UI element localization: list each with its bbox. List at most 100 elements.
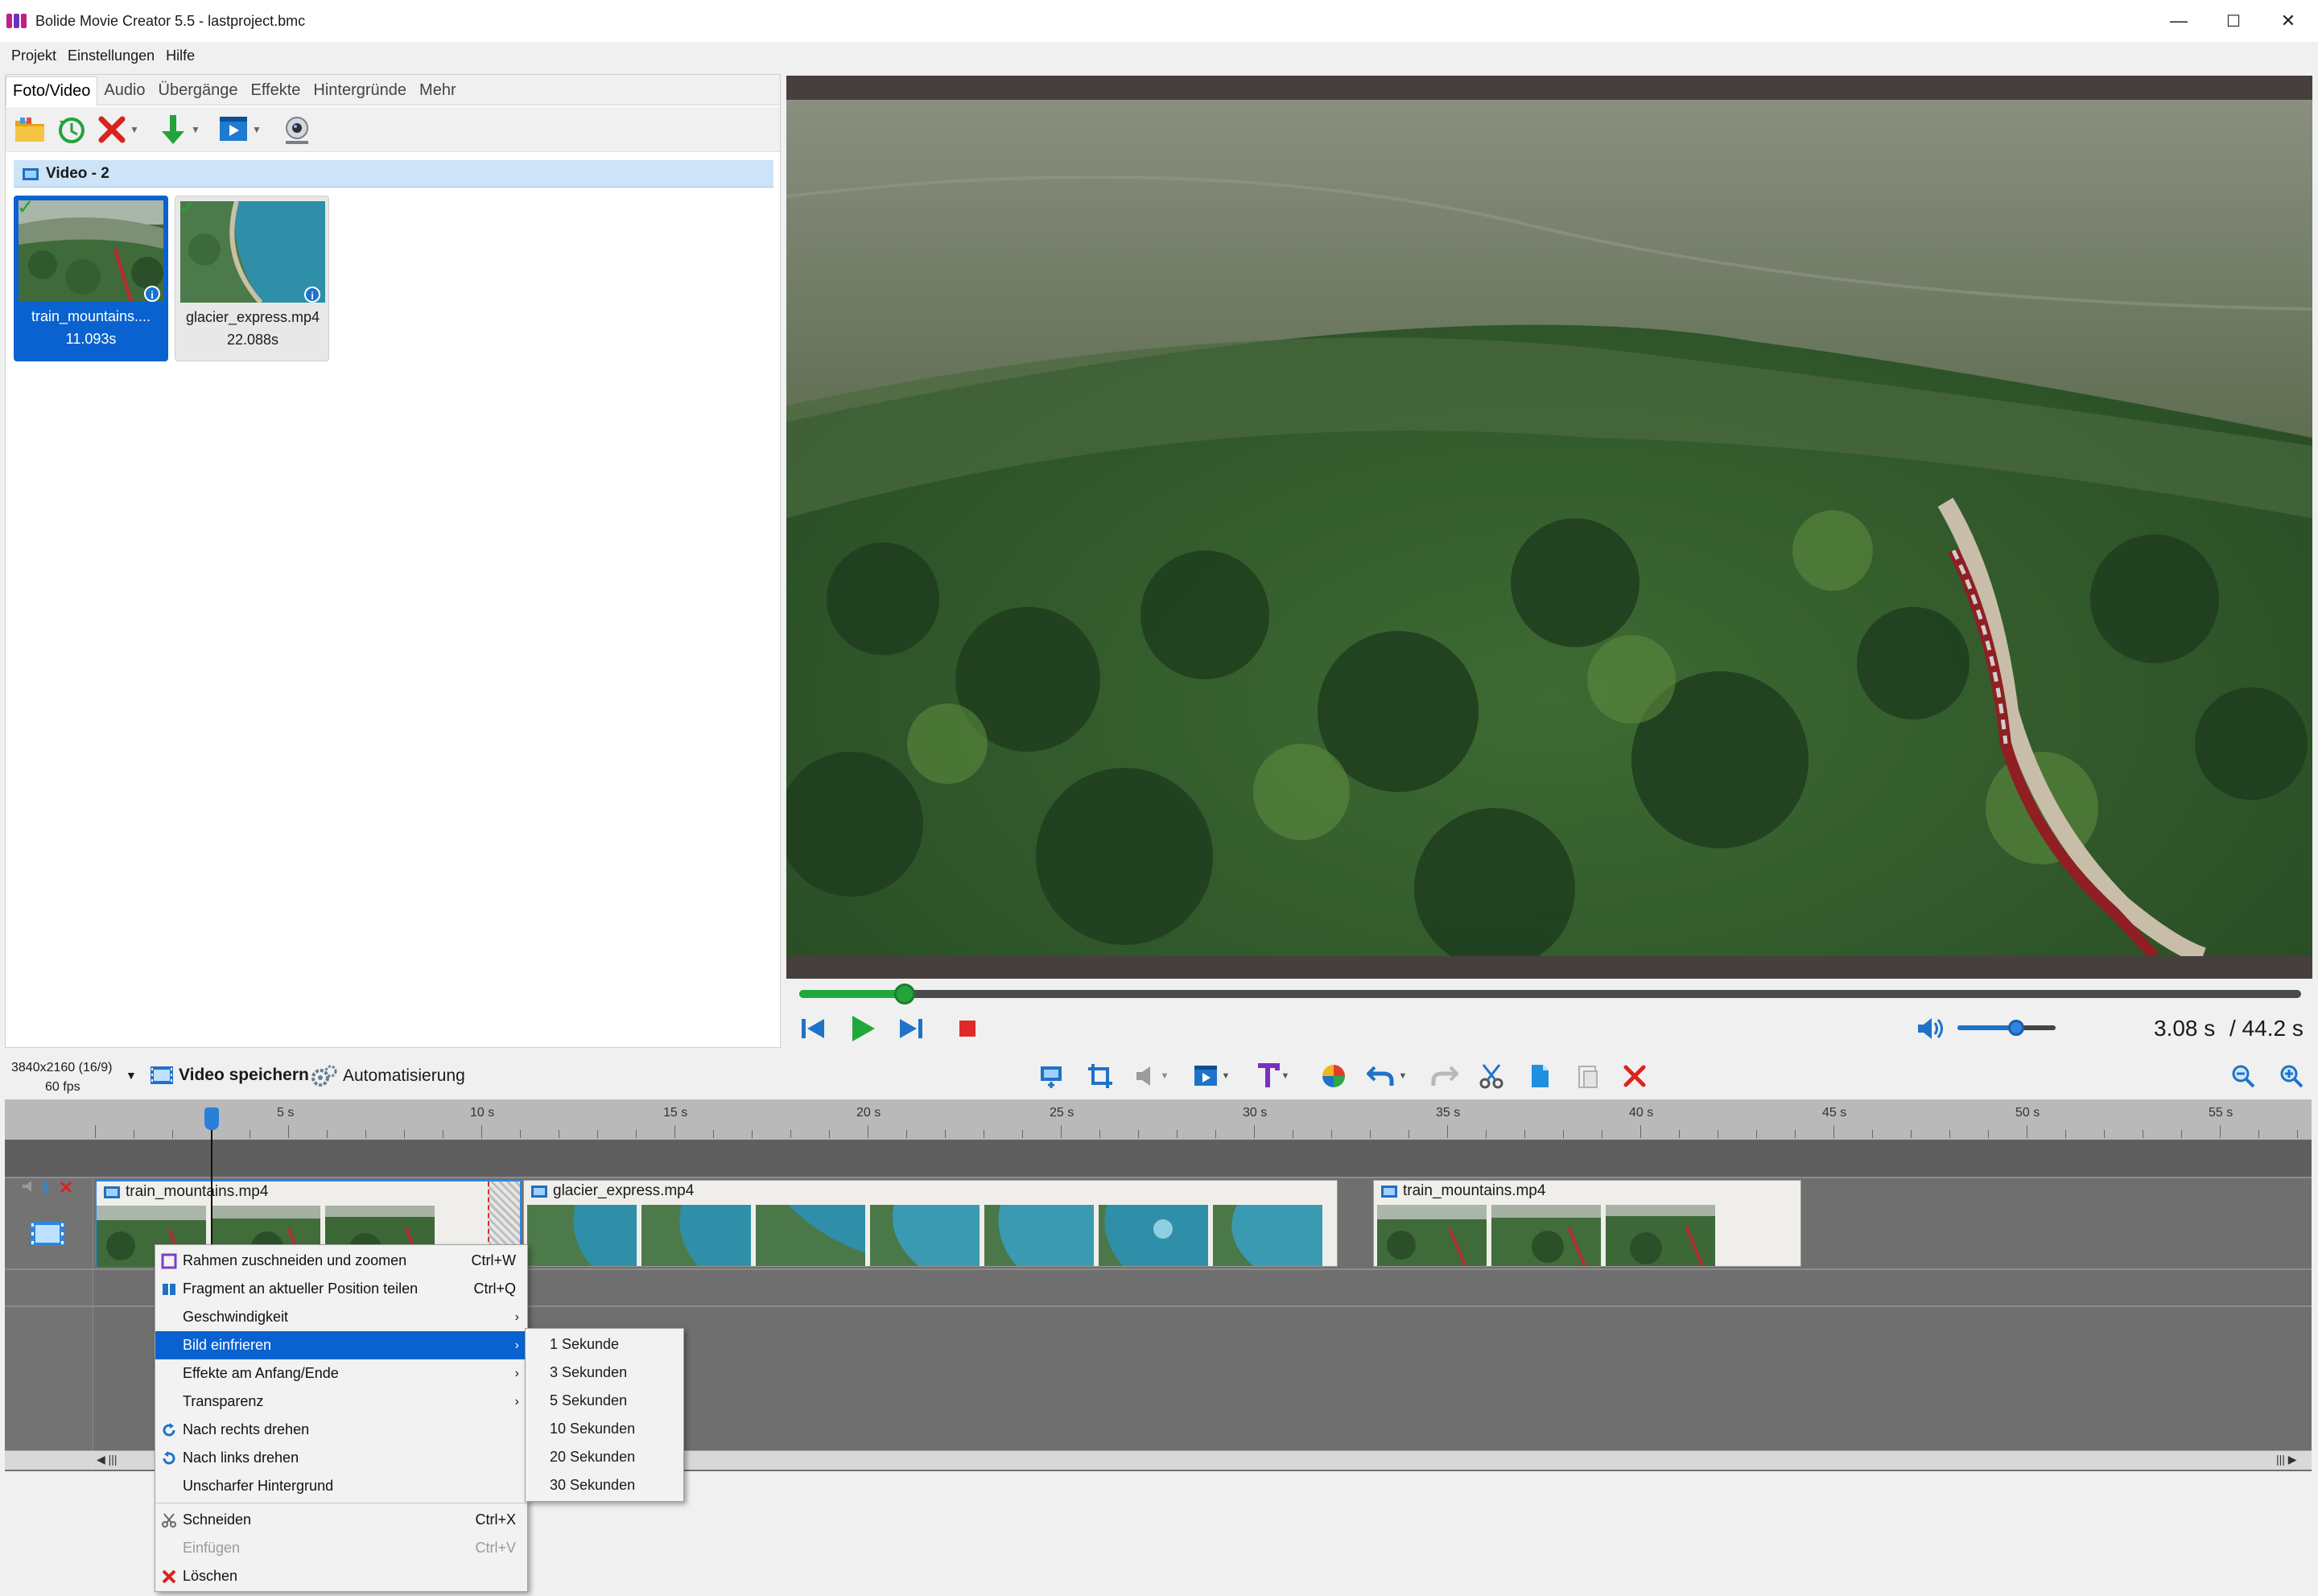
submenu-3-seconds[interactable]: 3 Sekunden bbox=[526, 1359, 683, 1387]
video-effect-icon[interactable] bbox=[1191, 1061, 1222, 1091]
audio-dropdown-icon[interactable]: ▼ bbox=[1157, 1061, 1172, 1091]
ruler-tick bbox=[365, 1130, 366, 1138]
info-icon[interactable]: i bbox=[144, 286, 160, 302]
timeline-clip-glacier-express[interactable]: glacier_express.mp4 bbox=[523, 1180, 1338, 1267]
tab-foto-video[interactable]: Foto/Video bbox=[6, 76, 98, 105]
remove-icon[interactable] bbox=[1619, 1061, 1650, 1091]
seek-bar[interactable] bbox=[799, 984, 2301, 1004]
volume-slider[interactable] bbox=[1957, 1020, 2056, 1036]
next-frame-icon[interactable] bbox=[897, 1014, 926, 1043]
fps-label[interactable]: 60 fps bbox=[45, 1080, 80, 1095]
undo-dropdown-icon[interactable]: ▼ bbox=[1396, 1061, 1410, 1091]
tab-mehr[interactable]: Mehr bbox=[413, 81, 463, 105]
save-video-button[interactable]: Video speichern bbox=[150, 1064, 309, 1087]
info-icon[interactable]: i bbox=[304, 287, 320, 303]
ruler-tick bbox=[1949, 1130, 1950, 1138]
menu-rotate-left[interactable]: Nach links drehen bbox=[155, 1444, 527, 1472]
ruler-tick bbox=[752, 1130, 753, 1138]
color-icon[interactable] bbox=[1318, 1061, 1349, 1091]
open-folder-icon[interactable] bbox=[14, 113, 46, 146]
menu-blur-background[interactable]: Unscharfer Hintergrund bbox=[155, 1472, 527, 1500]
webcam-icon[interactable] bbox=[279, 113, 311, 146]
playhead-handle[interactable] bbox=[204, 1107, 219, 1130]
tab-audio[interactable]: Audio bbox=[97, 81, 151, 105]
text-dropdown-icon[interactable]: ▼ bbox=[1278, 1061, 1293, 1091]
submenu-10-seconds[interactable]: 10 Sekunden bbox=[526, 1415, 683, 1443]
delete-icon bbox=[160, 1568, 178, 1586]
undo-icon[interactable] bbox=[1365, 1061, 1396, 1091]
delete-icon[interactable] bbox=[96, 113, 128, 146]
crop-icon[interactable] bbox=[1085, 1061, 1116, 1091]
ruler-tick bbox=[636, 1130, 637, 1138]
menu-projekt[interactable]: Projekt bbox=[6, 47, 61, 64]
zoom-out-icon[interactable] bbox=[2228, 1061, 2258, 1091]
add-video-icon[interactable] bbox=[218, 113, 250, 146]
stop-icon[interactable] bbox=[953, 1014, 982, 1043]
resolution-dropdown-icon[interactable]: ▼ bbox=[126, 1069, 137, 1082]
preview-frame[interactable] bbox=[786, 100, 2312, 956]
menu-split-fragment[interactable]: Fragment an aktueller Position teilen Ct… bbox=[155, 1275, 527, 1303]
menu-effects-start-end[interactable]: Effekte am Anfang/Ende › bbox=[155, 1359, 527, 1388]
ruler-tick bbox=[2258, 1130, 2259, 1138]
menu-hilfe[interactable]: Hilfe bbox=[161, 47, 200, 64]
volume-icon[interactable] bbox=[1916, 1014, 1945, 1043]
tab-hintergruende[interactable]: Hintergründe bbox=[307, 81, 413, 105]
submenu-30-seconds[interactable]: 30 Sekunden bbox=[526, 1471, 683, 1499]
effect-dropdown-icon[interactable]: ▼ bbox=[1219, 1061, 1233, 1091]
import-dropdown-icon[interactable]: ▼ bbox=[191, 124, 202, 135]
media-item-train-mountains[interactable]: ✓ i train_mountains.... 11.093s bbox=[14, 196, 168, 361]
clip-frame bbox=[984, 1205, 1094, 1266]
play-icon[interactable] bbox=[848, 1014, 877, 1043]
scroll-right-icon[interactable]: ||| ▶ bbox=[2276, 1453, 2297, 1466]
menu-item-shortcut: Ctrl+Q bbox=[473, 1281, 516, 1297]
menu-rotate-right[interactable]: Nach rechts drehen bbox=[155, 1416, 527, 1444]
menu-item-shortcut: Ctrl+X bbox=[475, 1511, 516, 1528]
ruler-tick bbox=[1022, 1130, 1023, 1138]
menu-delete[interactable]: Löschen bbox=[155, 1562, 527, 1590]
media-item-name: train_mountains.... bbox=[31, 308, 151, 324]
track-separator bbox=[5, 1177, 2312, 1178]
previous-frame-icon[interactable] bbox=[798, 1014, 827, 1043]
menu-transparency[interactable]: Transparenz › bbox=[155, 1388, 527, 1416]
tab-uebergaenge[interactable]: Übergänge bbox=[152, 81, 245, 105]
submenu-5-seconds[interactable]: 5 Sekunden bbox=[526, 1387, 683, 1415]
tab-effekte[interactable]: Effekte bbox=[245, 81, 307, 105]
media-group-header[interactable]: Video - 2 bbox=[14, 160, 773, 188]
ruler-tick bbox=[1099, 1130, 1100, 1138]
timeline-clip-train-mountains-2[interactable]: train_mountains.mp4 bbox=[1373, 1180, 1801, 1267]
track-controls-icon[interactable] bbox=[21, 1180, 85, 1198]
submenu-1-second[interactable]: 1 Sekunde bbox=[526, 1330, 683, 1359]
menu-crop-zoom[interactable]: Rahmen zuschneiden und zoomen Ctrl+W bbox=[155, 1247, 527, 1275]
menu-speed[interactable]: Geschwindigkeit › bbox=[155, 1303, 527, 1331]
ruler-tick bbox=[1447, 1125, 1448, 1138]
automation-button[interactable]: Automatisierung bbox=[311, 1064, 465, 1088]
add-to-timeline-icon[interactable] bbox=[1037, 1061, 1067, 1091]
scissors-icon bbox=[160, 1511, 178, 1529]
close-button[interactable]: ✕ bbox=[2258, 0, 2318, 42]
volume-handle[interactable] bbox=[2008, 1020, 2025, 1036]
seek-handle[interactable] bbox=[893, 984, 915, 1004]
clip-frame bbox=[1377, 1205, 1487, 1266]
time-ruler[interactable]: 5 s 10 s 15 s 20 s 25 s 30 s 35 s 40 s 45 s 50 s 5… bbox=[5, 1099, 2312, 1140]
minimize-button[interactable]: — bbox=[2149, 0, 2209, 42]
menu-cut[interactable]: Schneiden Ctrl+X bbox=[155, 1506, 527, 1534]
copy-icon[interactable] bbox=[1524, 1061, 1555, 1091]
resolution-label[interactable]: 3840x2160 (16/9) bbox=[11, 1061, 112, 1075]
submenu-20-seconds[interactable]: 20 Sekunden bbox=[526, 1443, 683, 1471]
menu-freeze-frame[interactable]: Bild einfrieren › bbox=[155, 1331, 527, 1359]
maximize-button[interactable]: ☐ bbox=[2204, 0, 2263, 42]
recent-history-icon[interactable] bbox=[56, 113, 88, 146]
menu-einstellungen[interactable]: Einstellungen bbox=[63, 47, 159, 64]
media-item-glacier-express[interactable]: ✓ i glacier_express.mp4 22.088s bbox=[175, 196, 329, 361]
crop-icon bbox=[160, 1252, 178, 1270]
import-arrow-icon[interactable] bbox=[157, 113, 189, 146]
delete-dropdown-icon[interactable]: ▼ bbox=[130, 124, 141, 135]
menu-item-shortcut: Ctrl+V bbox=[475, 1540, 516, 1556]
add-video-dropdown-icon[interactable]: ▼ bbox=[252, 124, 263, 135]
scroll-left-icon[interactable]: ◀ ||| bbox=[97, 1453, 118, 1466]
zoom-in-icon[interactable] bbox=[2276, 1061, 2307, 1091]
ruler-tick bbox=[1756, 1130, 1757, 1138]
marker-track[interactable] bbox=[5, 1140, 2312, 1177]
cut-icon[interactable] bbox=[1476, 1061, 1507, 1091]
ruler-tick-label: 5 s bbox=[277, 1106, 295, 1120]
